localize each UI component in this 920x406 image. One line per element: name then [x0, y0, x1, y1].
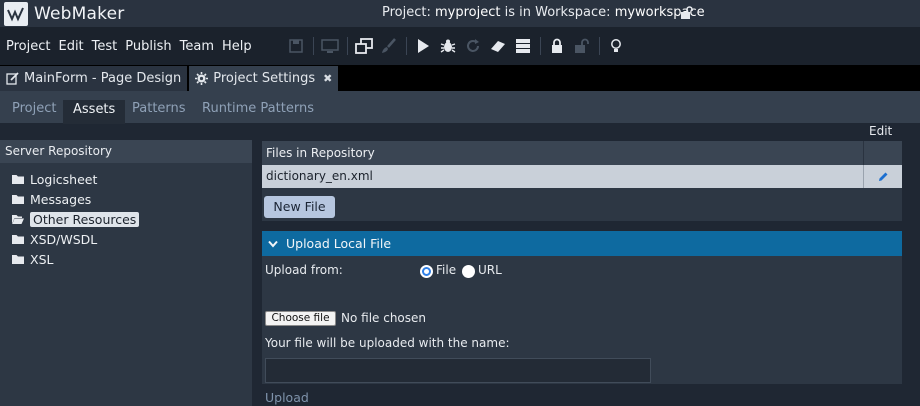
upload-name-input[interactable]: [265, 358, 651, 383]
window-stack-icon[interactable]: [354, 36, 374, 56]
editor-tab-bar: MainForm - Page Design Project Settings …: [0, 65, 920, 91]
table-row[interactable]: dictionary_en.xml: [262, 165, 902, 188]
tree-item-xsl[interactable]: XSL: [0, 249, 252, 269]
unlocked-icon[interactable]: [680, 6, 694, 24]
bug-icon[interactable]: [438, 36, 458, 56]
radio-file[interactable]: [420, 265, 433, 278]
files-table-header: Files in Repository: [262, 141, 902, 165]
project-name: myproject: [435, 5, 501, 20]
brush-icon[interactable]: [379, 36, 399, 56]
tree-item-xsd-wsdl[interactable]: XSD/WSDL: [0, 229, 252, 249]
gear-icon: [195, 72, 209, 85]
menu-help[interactable]: Help: [222, 39, 252, 54]
tree-item-logicsheet[interactable]: Logicsheet: [0, 169, 252, 189]
menu-edit[interactable]: Edit: [58, 39, 83, 54]
folder-icon: [12, 235, 24, 244]
radio-file-label[interactable]: File: [436, 263, 456, 277]
no-file-chosen-text: No file chosen: [341, 311, 427, 325]
play-icon[interactable]: [413, 36, 433, 56]
upload-button[interactable]: Upload: [265, 390, 309, 405]
folder-icon: [12, 255, 24, 264]
toolbar-separator: [599, 37, 600, 55]
folder-icon: [12, 195, 24, 204]
edit-icon: [6, 72, 19, 85]
menu-team[interactable]: Team: [180, 39, 214, 54]
upload-title: Upload Local File: [286, 236, 392, 251]
choose-file-button[interactable]: Choose file: [265, 311, 336, 326]
files-column-header: Files in Repository: [262, 141, 864, 165]
subtab-runtime-patterns[interactable]: Runtime Patterns: [202, 101, 314, 116]
tree-item-messages[interactable]: Messages: [0, 189, 252, 209]
toolbar-separator: [406, 37, 407, 55]
toolbar-separator: [347, 37, 348, 55]
pencil-icon[interactable]: [864, 165, 902, 188]
menu-publish[interactable]: Publish: [125, 39, 171, 54]
monitor-icon[interactable]: [320, 36, 340, 56]
tree-item-other-resources[interactable]: Other Resources: [0, 209, 252, 229]
refresh-icon[interactable]: [463, 36, 483, 56]
subtab-project[interactable]: Project: [12, 101, 56, 116]
subtab-assets[interactable]: Assets: [63, 100, 126, 124]
project-workspace-info: Project: myproject is in Workspace: mywo…: [382, 5, 705, 20]
toolbar-separator: [540, 37, 541, 55]
files-in-repository-panel: Files in Repository dictionary_en.xml Ne…: [262, 141, 902, 221]
save-icon[interactable]: [286, 36, 306, 56]
lightbulb-icon[interactable]: [606, 36, 626, 56]
upload-local-file-header[interactable]: Upload Local File: [262, 231, 902, 256]
repository-tree: Logicsheet Messages Other Resources XSD/…: [0, 163, 252, 269]
folder-open-icon: [12, 215, 24, 224]
upload-form: Upload from: File URL Choose file No fil…: [262, 256, 902, 405]
file-name-cell: dictionary_en.xml: [262, 165, 864, 188]
actions-column-header: [864, 141, 902, 165]
unlock-icon[interactable]: [572, 36, 592, 56]
chevron-down-icon: [268, 240, 278, 248]
server-repository-panel: Server Repository Logicsheet Messages Ot…: [0, 140, 252, 406]
toolbar: [286, 36, 631, 56]
folder-icon: [12, 175, 24, 184]
upload-local-file-panel: Upload Local File Upload from: File URL …: [262, 231, 902, 405]
tab-mainform-page-design[interactable]: MainForm - Page Design: [0, 66, 188, 91]
new-file-button[interactable]: New File: [264, 196, 335, 218]
server-icon[interactable]: [513, 36, 533, 56]
lock-icon[interactable]: [547, 36, 567, 56]
eraser-icon[interactable]: [488, 36, 508, 56]
webmaker-logo-icon: [4, 1, 28, 26]
upload-from-label: Upload from:: [265, 263, 343, 277]
radio-url[interactable]: [462, 265, 475, 278]
menu-test[interactable]: Test: [92, 39, 118, 54]
toolbar-separator: [313, 37, 314, 55]
upload-name-label: Your file will be uploaded with the name…: [265, 336, 510, 350]
settings-subtabs: Project Assets Patterns Runtime Patterns: [0, 91, 920, 125]
close-tab-icon[interactable]: ✖: [323, 72, 332, 85]
edit-link[interactable]: Edit: [869, 124, 892, 138]
subtab-patterns[interactable]: Patterns: [132, 101, 186, 116]
tab-project-settings[interactable]: Project Settings ✖: [189, 66, 339, 91]
server-repository-title: Server Repository: [0, 140, 252, 163]
radio-url-label[interactable]: URL: [478, 263, 502, 277]
menu-project[interactable]: Project: [6, 39, 50, 54]
app-name: WebMaker: [34, 3, 125, 24]
